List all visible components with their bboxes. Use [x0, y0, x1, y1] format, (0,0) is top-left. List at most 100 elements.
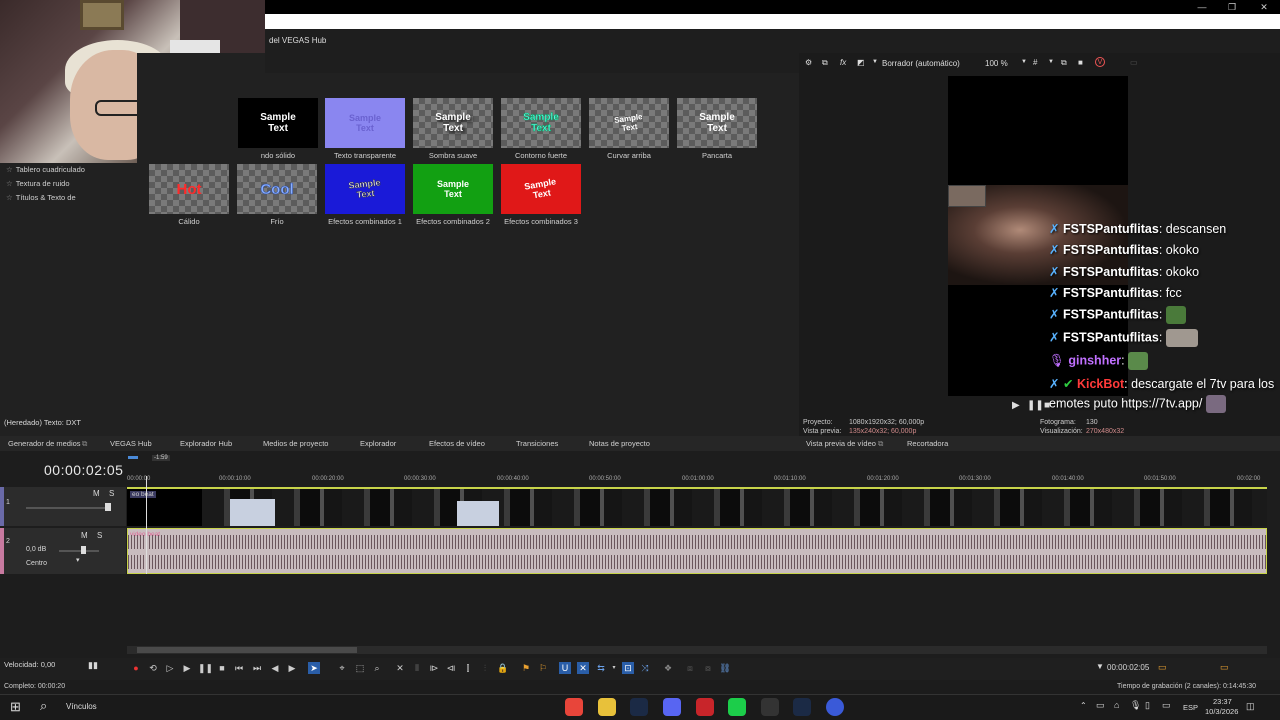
close-button[interactable]: ✕ [1250, 0, 1278, 14]
tab-video-preview[interactable]: Vista previa de vídeo [806, 436, 876, 451]
selection-length-icon[interactable]: ▭ [1158, 662, 1167, 673]
preset-thumb[interactable]: Hot [149, 164, 229, 214]
search-icon[interactable]: ⌕ [40, 698, 47, 714]
region-length-icon[interactable]: ▭ [1220, 662, 1229, 673]
preset-thumb[interactable]: Sample Text [238, 98, 318, 148]
trim-icon[interactable]: ⫴ [411, 662, 423, 674]
tab-vegas-hub[interactable]: VEGAS Hub [110, 436, 152, 451]
play-from-start-icon[interactable]: ▷ [164, 662, 176, 674]
save-snapshot-icon[interactable]: ■ [1078, 58, 1083, 67]
gear-icon[interactable]: ⚙ [805, 58, 812, 67]
external-monitor-icon[interactable]: ⧉ [822, 58, 828, 68]
level-slider[interactable] [26, 507, 106, 509]
taskbar-search-label[interactable]: Vínculos [66, 702, 97, 711]
vegas-icon[interactable]: V [1095, 57, 1105, 67]
chevron-up-icon[interactable]: ⌃ [1080, 701, 1087, 710]
timeline-scrollbar[interactable] [127, 646, 1267, 654]
language-indicator[interactable]: ESP [1183, 703, 1198, 712]
pause-icon[interactable]: ❚❚ [1027, 400, 1044, 411]
lock-icon[interactable]: 🔒 [497, 662, 509, 674]
chevron-down-icon[interactable]: ▾ [608, 662, 620, 674]
volume-slider[interactable] [59, 550, 99, 552]
video-clip[interactable] [202, 489, 1267, 526]
solo-button[interactable]: S [97, 531, 102, 540]
steam-icon[interactable] [630, 698, 648, 716]
audio-track-lane[interactable]: video beat [127, 528, 1267, 574]
tab-project-notes[interactable]: Notas de proyecto [589, 436, 650, 451]
timeline-ruler[interactable]: 00:00:00 00:00:10:00 00:00:20:00 00:00:3… [127, 476, 1267, 486]
next-frame-icon[interactable]: ▶ [286, 662, 298, 674]
preset-thumb[interactable]: Sample Text [501, 164, 581, 214]
envelope-tool-icon[interactable]: ⌖ [336, 662, 348, 674]
ignore-event-grouping-icon[interactable]: ⤨ [639, 662, 651, 674]
battery-icon[interactable]: ▭ [1162, 700, 1171, 711]
loop-region-marker[interactable] [128, 456, 138, 459]
tree-item[interactable]: ☆ Tablero cuadriculado [0, 163, 137, 177]
overlay-icon[interactable]: ▭ [1130, 58, 1138, 67]
marker-icon[interactable]: ⚑ [520, 662, 532, 674]
playhead[interactable] [146, 476, 147, 574]
play-icon[interactable]: ▶ [181, 662, 193, 674]
video-track-header[interactable]: 1 M S [0, 487, 126, 526]
phone-icon[interactable]: ▯ [1145, 700, 1150, 711]
tab-project-media[interactable]: Medios de proyecto [263, 436, 328, 451]
stop-icon[interactable]: ■ [216, 662, 228, 674]
go-to-end-icon[interactable]: ⏭ [251, 662, 263, 674]
selection-tool-icon[interactable]: ⬚ [354, 662, 366, 674]
mute-button[interactable]: M [81, 531, 88, 540]
copy-snapshot-icon[interactable]: ⧉ [1061, 58, 1067, 68]
pan-slider-icon[interactable]: ▾ [76, 556, 80, 564]
preset-thumb[interactable]: Sample Text [501, 98, 581, 148]
chrome-icon[interactable] [565, 698, 583, 716]
preset-thumb[interactable]: Cool [237, 164, 317, 214]
preview-quality-select[interactable]: Borrador (automático) [882, 59, 960, 68]
grid-icon[interactable]: # [1033, 58, 1037, 67]
play-icon[interactable]: ▶ [1012, 400, 1020, 411]
ripple-edit-icon[interactable]: ⇆ [595, 662, 607, 674]
maximize-button[interactable]: ❐ [1218, 0, 1246, 14]
mute-button[interactable]: M [93, 489, 100, 498]
solo-button[interactable]: S [109, 489, 114, 498]
stop-icon[interactable]: ■ [1044, 400, 1050, 411]
go-to-start-icon[interactable]: ⏮ [233, 662, 245, 674]
compositing-icon[interactable]: ❖ [662, 662, 674, 674]
notification-icon[interactable]: ◫ [1246, 701, 1255, 712]
delete-icon[interactable]: ✕ [394, 662, 406, 674]
tab-media-generators[interactable]: Generador de medios [8, 436, 81, 451]
trim-end-icon[interactable]: ⧏ [445, 662, 457, 674]
loop-icon[interactable]: ⟲ [147, 662, 159, 674]
split-icon[interactable]: ◩ [857, 58, 865, 67]
ripple-icon[interactable]: ⫶ [479, 662, 491, 674]
chain-icon[interactable]: ⛓ [719, 662, 731, 674]
tree-item[interactable]: ☆ Textura de ruido [0, 177, 137, 191]
tab-trimmer[interactable]: Recortadora [907, 436, 948, 451]
volume-slider-thumb[interactable] [81, 546, 86, 554]
tab-explorer[interactable]: Explorador [360, 436, 396, 451]
file-explorer-icon[interactable] [598, 698, 616, 716]
tab-close-icon[interactable]: ⧉ [82, 436, 87, 451]
microphone-icon[interactable]: 🎙 [1130, 700, 1141, 711]
windows-start-icon[interactable]: ⊞ [10, 699, 21, 715]
region-icon[interactable]: ⚐ [537, 662, 549, 674]
previous-frame-icon[interactable]: ◀ [269, 662, 281, 674]
trim-start-icon[interactable]: ⧐ [428, 662, 440, 674]
preset-thumb[interactable]: Sample Text [413, 98, 493, 148]
split-icon[interactable]: ⫿ [462, 662, 474, 674]
tree-item[interactable]: ☆ Títulos & Texto de [0, 191, 137, 205]
speed-control-icon[interactable]: ▮▮ [88, 660, 98, 671]
lock-envelopes-icon[interactable]: ⊡ [622, 662, 634, 674]
taskbar-date[interactable]: 10/3/2026 [1205, 707, 1238, 716]
tab-transitions[interactable]: Transiciones [516, 436, 558, 451]
preset-thumb[interactable]: Sample Text [589, 98, 669, 148]
audio-track-header[interactable]: 2 M S 0,0 dB Centro ▾ [0, 528, 126, 574]
preset-thumb[interactable]: Sample Text [677, 98, 757, 148]
zoom-tool-icon[interactable]: ⌕ [371, 662, 383, 674]
tab-video-fx[interactable]: Efectos de vídeo [429, 436, 485, 451]
level-slider-thumb[interactable] [105, 503, 111, 511]
pause-icon[interactable]: ❚❚ [198, 662, 213, 674]
preset-thumb[interactable]: Sample Text [325, 98, 405, 148]
normal-edit-tool-icon[interactable]: ➤ [308, 662, 320, 674]
auto-crossfade-icon[interactable]: ✕ [577, 662, 589, 674]
kick-icon[interactable] [728, 698, 746, 716]
tray-icon[interactable]: ⌂ [1114, 700, 1119, 710]
